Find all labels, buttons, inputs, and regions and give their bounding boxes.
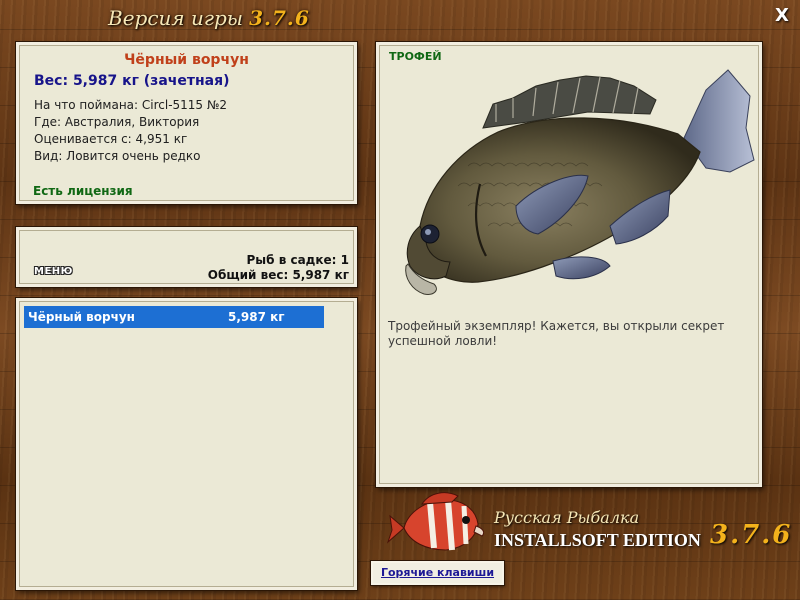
game-logo: Русская Рыбалка INSTALLSOFT EDITION 3.7.… [386,490,796,560]
fish-count: Рыб в садке: 1 [246,253,350,267]
trophy-panel-body: ТРОФЕЙ Трофейный экземпляр! Кажется, вы … [379,45,759,484]
fish-rarity: Вид: Ловится очень редко [34,149,201,163]
version-label: Версия игры [108,6,244,30]
logo-title: Русская Рыбалка [494,508,640,527]
fish-image [405,69,755,295]
trophy-panel: ТРОФЕЙ Трофейный экземпляр! Кажется, вы … [376,42,762,487]
fish-info-panel: Чёрный ворчун Вес: 5,987 кг (зачетная) Н… [16,42,357,204]
menu-button[interactable]: МЕНЮ [34,266,73,277]
close-button[interactable]: X [772,6,792,26]
catch-list-item[interactable]: Чёрный ворчун 5,987 кг [24,306,324,328]
total-weight: Общий вес: 5,987 кг [207,268,349,282]
catch-item-weight: 5,987 кг [228,310,285,324]
logo-version: 3.7.6 [710,520,793,550]
trophy-label: ТРОФЕЙ [389,50,442,63]
keepnet-totals: Рыб в садке: 1 Общий вес: 5,987 кг [208,253,349,283]
logo-edition: INSTALLSOFT EDITION [494,530,701,550]
catch-list-body: Чёрный ворчун 5,987 кг [19,301,354,587]
license-status: Есть лицензия [33,184,133,198]
trophy-description: Трофейный экземпляр! Кажется, вы открыли… [388,319,725,348]
catch-list-panel: Чёрный ворчун 5,987 кг [16,298,357,590]
close-icon: X [775,5,789,26]
keepnet-summary-panel: Рыб в садке: 1 Общий вес: 5,987 кг [16,227,357,287]
catch-item-name: Чёрный ворчун [28,310,135,324]
fish-name: Чёрный ворчун [124,52,249,68]
fish-bait: На что поймана: Circl-5115 №2 [34,98,227,112]
fish-value: Оценивается с: 4,951 кг [34,132,188,146]
version-number: 3.7.6 [249,6,310,30]
fish-details: На что поймана: Circl-5115 №2 Где: Австр… [34,97,227,165]
game-version-title: Версия игры 3.7.6 [108,6,310,30]
logo-fish-icon [386,492,485,551]
hotkeys-button[interactable]: Горячие клавиши [371,561,504,585]
fish-location: Где: Австралия, Виктория [34,115,200,129]
fish-info-panel-body: Чёрный ворчун Вес: 5,987 кг (зачетная) Н… [19,45,354,201]
fish-weight: Вес: 5,987 кг (зачетная) [34,73,230,89]
